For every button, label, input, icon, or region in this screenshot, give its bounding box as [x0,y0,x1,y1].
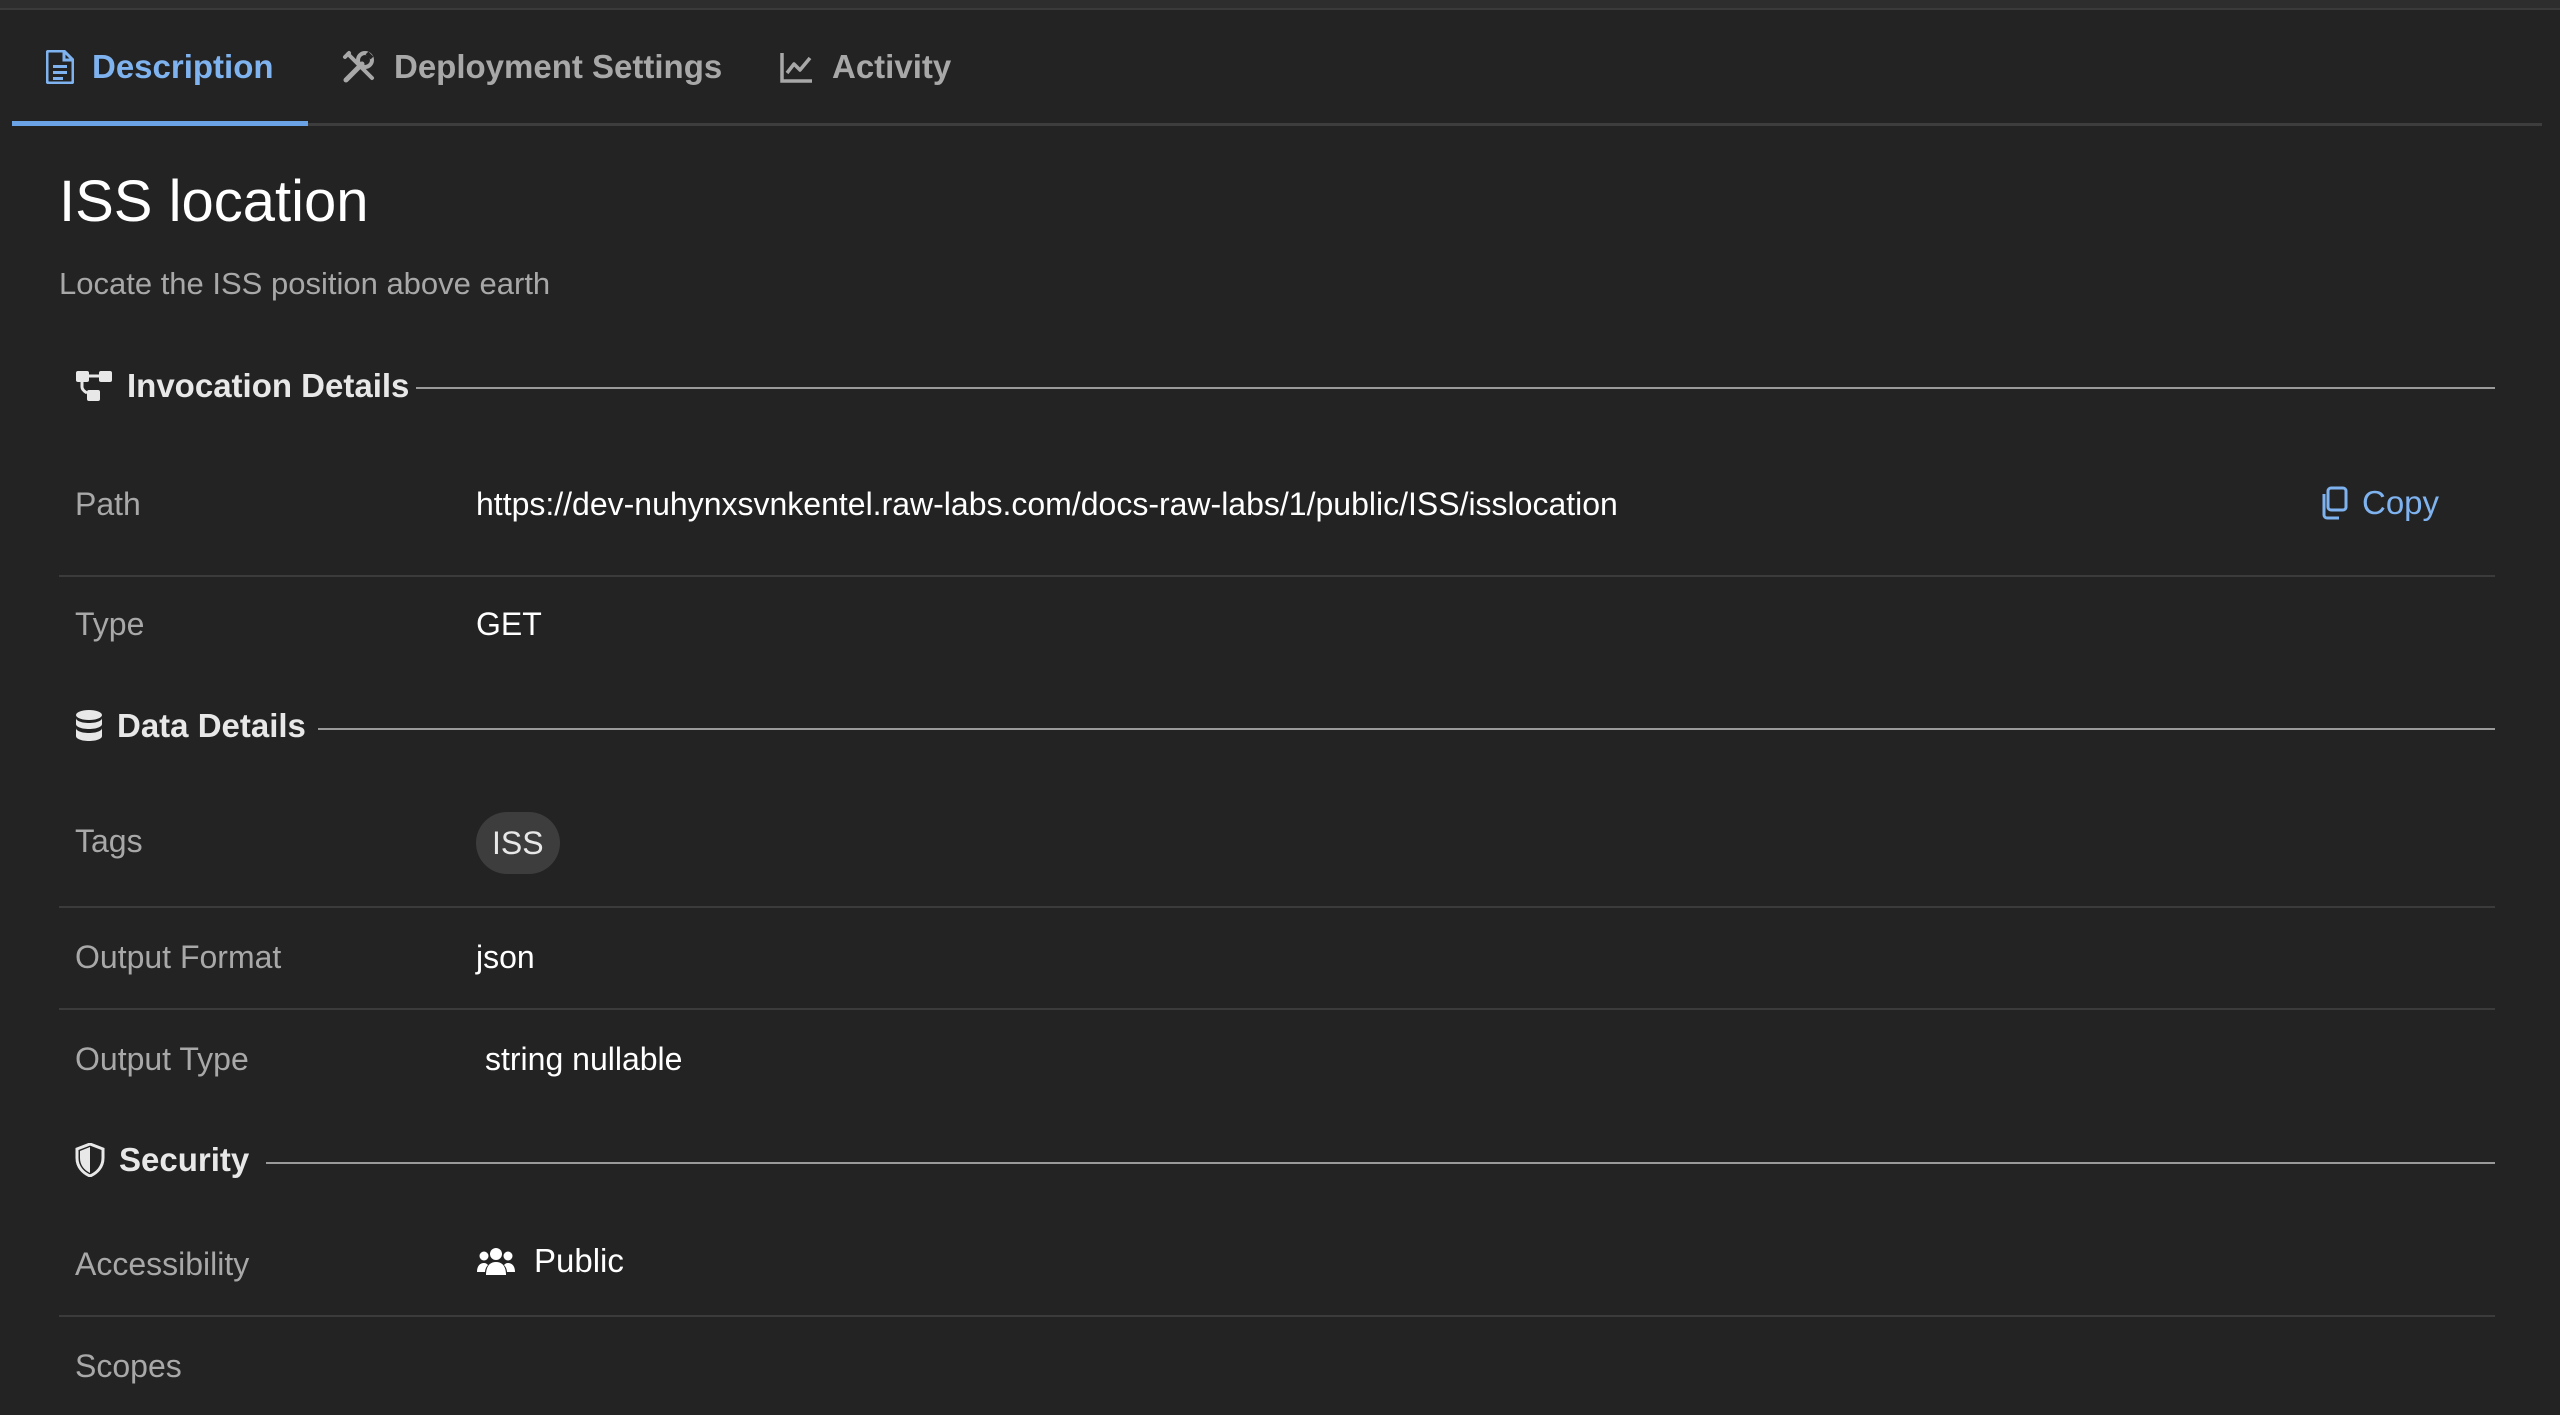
line-chart-icon [780,52,812,83]
database-icon [76,710,102,741]
active-tab-indicator [12,121,308,126]
output-format-value: json [476,939,535,975]
section-invocation-details-title: Invocation Details [127,367,410,404]
row-divider [59,1315,2495,1317]
path-label: Path [75,486,141,522]
accessibility-value: Public [476,1242,624,1280]
section-security-title: Security [119,1141,250,1178]
output-type-value: string nullable [485,1041,683,1077]
row-divider [59,1008,2495,1010]
page: Description Deployment Settings Activity… [0,0,2560,1415]
page-title: ISS location [59,169,369,234]
accessibility-value-label: Public [534,1242,624,1279]
type-value: GET [476,606,542,642]
page-description: Locate the ISS position above earth [59,266,551,301]
shield-icon [75,1143,105,1177]
sitemap-icon [76,371,112,401]
document-icon [46,49,74,84]
accessibility-label: Accessibility [75,1246,250,1282]
tab-deployment-settings-label: Deployment Settings [394,47,723,85]
tab-deployment-settings[interactable]: Deployment Settings [342,10,722,123]
section-data-details: Data Details [75,704,306,748]
section-security: Security [75,1138,249,1182]
tools-icon [343,50,374,82]
section-divider [318,728,2495,730]
copy-icon [2322,486,2348,520]
path-value: https://dev-nuhynxsvnkentel.raw-labs.com… [476,486,1618,522]
section-divider [416,387,2495,389]
copy-button[interactable]: Copy [2320,484,2439,522]
tab-description[interactable]: Description [46,10,274,123]
tab-activity[interactable]: Activity [780,10,951,123]
copy-button-label: Copy [2362,484,2440,521]
tab-description-label: Description [92,47,274,85]
users-icon [477,1248,515,1275]
tag-chip: ISS [476,812,560,874]
tab-bar: Description Deployment Settings Activity [12,10,2542,126]
type-label: Type [75,606,145,642]
tags-label: Tags [75,823,143,859]
tab-activity-label: Activity [832,47,952,85]
output-format-label: Output Format [75,939,282,975]
section-data-details-title: Data Details [117,707,306,744]
scopes-label: Scopes [75,1348,182,1384]
row-divider [59,575,2495,577]
top-edge [0,0,2560,10]
output-type-label: Output Type [75,1041,249,1077]
section-divider [266,1162,2495,1164]
row-divider [59,906,2495,908]
section-invocation-details: Invocation Details [75,364,409,408]
tag-chip-label: ISS [492,824,544,861]
